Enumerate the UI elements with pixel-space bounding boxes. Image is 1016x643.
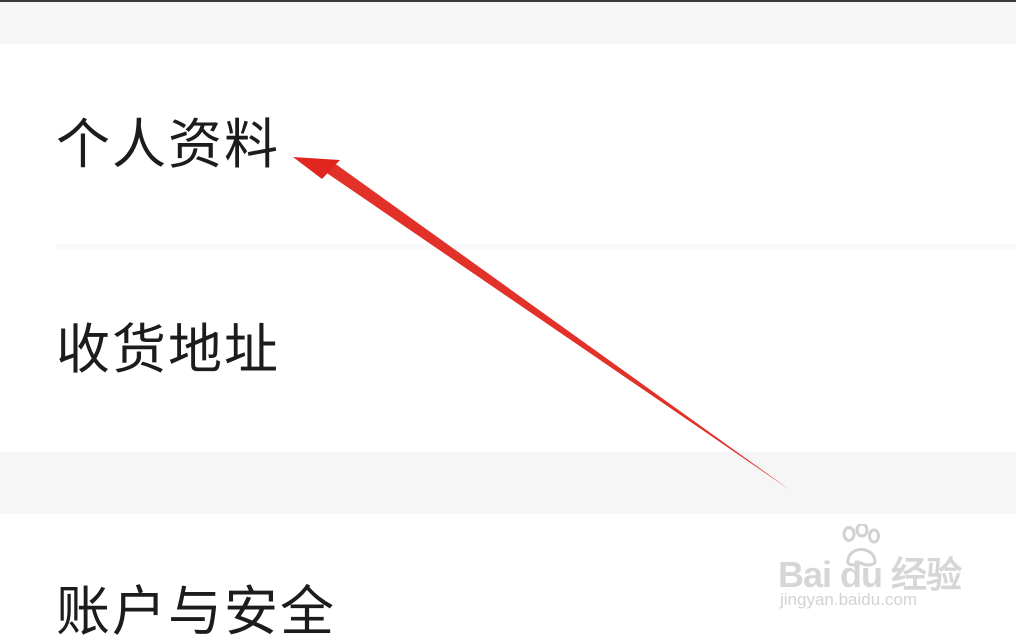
settings-item-shipping-address[interactable]: 收货地址 [0,250,1016,452]
section-gap [0,452,1016,514]
settings-item-account-security[interactable]: 账户与安全 [0,514,1016,642]
settings-item-label: 个人资料 [56,113,280,176]
settings-item-label: 账户与安全 [56,580,336,643]
settings-item-label: 收货地址 [56,318,280,381]
settings-item-profile[interactable]: 个人资料 [0,44,1016,244]
section-gap-top [0,2,1016,44]
